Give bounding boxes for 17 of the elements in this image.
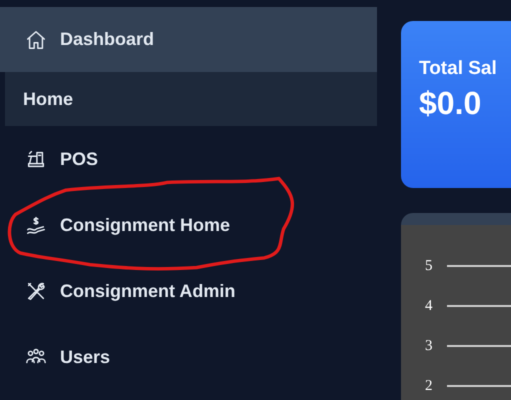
card-value: $0.0 <box>419 84 482 122</box>
dashboard-label: Dashboard <box>60 28 154 51</box>
tools-icon <box>25 280 47 302</box>
sidebar-link[interactable]: Consignment Admin <box>60 278 236 304</box>
card-title: Total Sal <box>419 57 497 81</box>
hand-money-icon <box>25 214 47 236</box>
dashboard-header[interactable]: Dashboard <box>0 7 377 72</box>
sidebar-link[interactable]: POS <box>60 146 98 172</box>
section-label: Home <box>23 88 74 110</box>
axis-label: 2 <box>425 376 432 396</box>
home-icon <box>25 28 47 50</box>
axis-label: 5 <box>425 256 432 276</box>
register-icon <box>25 148 47 170</box>
sidebar-link[interactable]: Users <box>60 344 110 370</box>
sidebar-link[interactable]: Consignment Home <box>60 212 230 238</box>
axis-label: 3 <box>425 336 432 356</box>
axis-label: 4 <box>425 296 432 316</box>
